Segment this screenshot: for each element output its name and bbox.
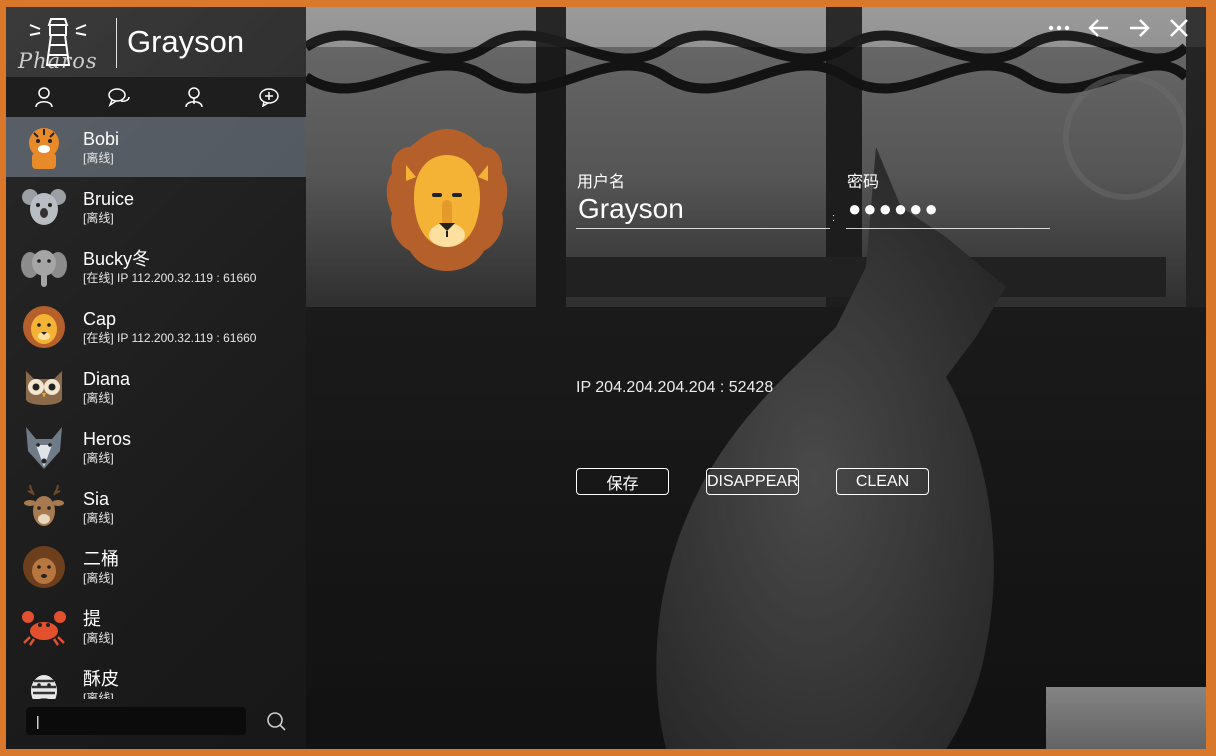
koala-avatar-icon [22,189,66,225]
tab-contacts[interactable] [6,77,81,117]
username-field[interactable] [576,190,830,229]
contact-name: 提 [83,609,101,629]
username-label: 用户名 [577,174,626,191]
contact-item[interactable]: Bruice [离线] [6,177,306,237]
tab-chats[interactable] [81,77,156,117]
window-controls [1046,15,1192,41]
group-icon [184,87,203,108]
save-button[interactable]: 保存 [576,468,669,495]
chat-add-icon [258,88,279,107]
contact-item[interactable]: Sia [离线] [6,477,306,537]
password-label: 密码 [847,174,880,191]
clean-button[interactable]: CLEAN [836,468,929,495]
contact-status: [离线] [83,211,114,225]
contact-name: Heros [83,429,132,449]
crab-avatar-icon [22,611,66,646]
more-icon[interactable] [1046,15,1072,41]
contact-status: [离线] [83,451,114,465]
search-icon[interactable] [264,709,288,733]
app-title: Grayson [127,24,245,59]
tiger-avatar-icon [29,128,59,169]
contact-name: Diana [83,369,131,389]
zebra-avatar-icon [31,675,57,699]
contact-item[interactable]: 二桶 [离线] [6,537,306,597]
contact-name: Bobi [83,129,120,149]
contact-item[interactable]: Cap [在线] IP 112.200.32.119 : 61660 [6,297,306,357]
contact-status: [离线] [83,511,114,525]
contact-name: Bruice [83,189,135,209]
contact-name: Cap [83,309,117,329]
contact-item[interactable]: Bobi [离线] [6,117,306,177]
back-icon[interactable] [1086,15,1112,41]
sidebar: Bobi [离线] Bruice [离线] Bucky冬 [在线] IP 112.20… [6,77,306,749]
forward-icon[interactable] [1126,15,1152,41]
contact-item[interactable]: Bucky冬 [在线] IP 112.200.32.119 : 61660 [6,237,306,297]
contact-name: Bucky冬 [83,249,151,269]
contact-status: [在线] IP 112.200.32.119 : 61660 [83,271,257,285]
contact-status: [在线] IP 112.200.32.119 : 61660 [83,331,257,345]
elephant-avatar-icon [21,250,67,287]
close-icon[interactable] [1166,15,1192,41]
contact-status: [离线] [83,151,114,165]
contact-status: [离线] [83,631,114,645]
contact-status: [离线] [83,691,114,699]
disappear-button[interactable]: DISAPPEAR [706,468,799,495]
chat-icon [107,88,130,107]
logo-text: Pharos [18,49,98,73]
search-input[interactable] [26,707,246,735]
hedgehog-avatar-icon [23,546,65,588]
deer-avatar-icon [24,484,64,526]
contact-list: Bobi [离线] Bruice [离线] Bucky冬 [在线] IP 112.20… [6,117,306,699]
contact-status: [离线] [83,571,114,585]
contact-status: [离线] [83,391,114,405]
owl-avatar-icon [26,371,62,405]
contact-icon [34,87,53,108]
contact-item[interactable]: 提 [离线] [6,597,306,657]
contact-item[interactable]: 酥皮 [离线] [6,657,306,699]
sidebar-tabs [6,77,306,117]
contact-item[interactable]: Heros [离线] [6,417,306,477]
search-bar [6,699,306,749]
contact-name: 酥皮 [83,669,119,689]
field-separator: : [832,212,836,224]
top-bar: Pharos Grayson [6,7,306,77]
title-divider [116,18,117,68]
contact-item[interactable]: Diana [离线] [6,357,306,417]
tab-groups[interactable] [156,77,231,117]
password-field[interactable] [846,190,1050,229]
tab-add-chat[interactable] [231,77,306,117]
lion-profile-avatar-icon [386,129,508,271]
contact-name: Sia [83,489,110,509]
ip-address-text: IP 204.204.204.204 : 52428 [576,379,774,396]
contact-name: 二桶 [83,549,119,569]
app-window: Pharos Grayson Bobi [离线] Bruice [离线] Buc… [6,7,1206,749]
lion-avatar-icon [23,306,65,348]
wolf-avatar-icon [26,427,62,469]
